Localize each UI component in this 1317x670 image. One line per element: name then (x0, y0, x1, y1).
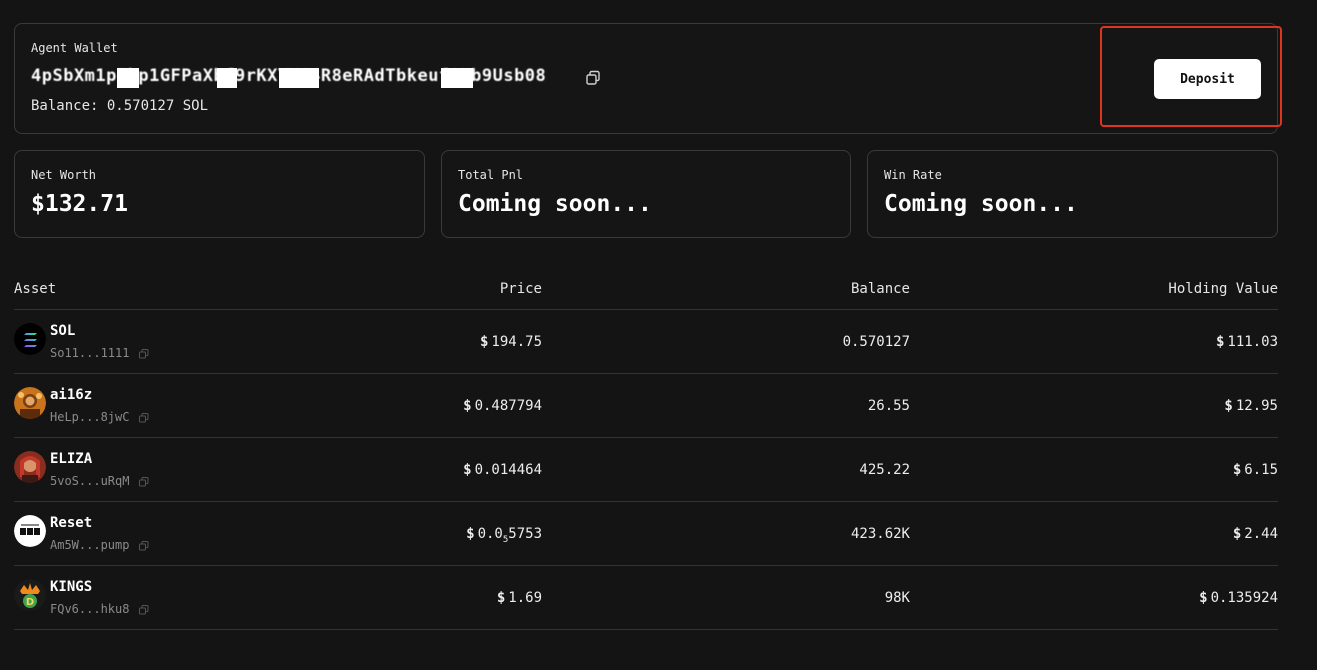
price-value: 0.487794 (474, 398, 542, 414)
value-currency: $ (1232, 526, 1242, 542)
header-balance: Balance (850, 281, 910, 297)
token-symbol: ELIZA (50, 451, 93, 467)
table-row[interactable]: Reset Am5W...pump $0.055753 423.62K $2.4… (14, 502, 1278, 566)
token-balance: 0.570127 (842, 334, 910, 350)
holding-value: 12.95 (1235, 398, 1278, 414)
price-currency: $ (463, 462, 472, 478)
token-address: FQv6...hku8 (50, 602, 130, 616)
redaction-mark (117, 68, 139, 88)
copy-icon[interactable] (585, 70, 601, 86)
copy-icon[interactable] (139, 605, 149, 615)
ai16z-avatar-icon (14, 387, 46, 419)
token-address: Am5W...pump (50, 538, 130, 552)
price-currency: $ (479, 334, 489, 350)
value-currency: $ (1215, 334, 1225, 350)
net-worth-currency: $ (31, 191, 45, 217)
total-pnl-value: Coming soon... (458, 191, 652, 217)
wallet-address-row: 4pSbXm1pEkp1GFPaXbf9rKXYXC4R8eRAdTbkeuf1… (31, 66, 600, 90)
total-pnl-card: Total Pnl Coming soon... (441, 150, 851, 238)
token-balance: 98K (884, 590, 910, 606)
holding-value: 6.15 (1244, 462, 1278, 478)
price-suffix: 5753 (508, 526, 542, 542)
price-prefix: 0.0 (477, 526, 503, 542)
svg-text:D: D (26, 597, 34, 608)
price-value: 1.69 (508, 590, 542, 606)
win-rate-label: Win Rate (884, 168, 942, 182)
table-row[interactable]: ELIZA 5voS...uRqM $0.014464 425.22 $6.15 (14, 438, 1278, 502)
token-price: $1.69 (497, 590, 542, 606)
token-balance: 423.62K (850, 526, 910, 542)
win-rate-value: Coming soon... (884, 191, 1078, 217)
token-holding-value: $2.44 (1233, 526, 1278, 542)
eliza-avatar-icon (14, 451, 46, 483)
header-price: Price (499, 281, 542, 297)
table-row[interactable]: D KINGS FQv6...hku8 $1.69 98K $0.135924 (14, 566, 1278, 630)
price-value: 194.75 (491, 334, 542, 350)
value-currency: $ (1224, 398, 1233, 414)
copy-icon[interactable] (139, 349, 149, 359)
redaction-mark (217, 68, 237, 88)
token-holding-value: $12.95 (1224, 398, 1278, 414)
price-currency: $ (466, 526, 475, 542)
wallet-balance: Balance: 0.570127 SOL (31, 98, 209, 114)
net-worth-label: Net Worth (31, 168, 97, 182)
token-price: $0.014464 (463, 462, 542, 478)
solana-logo-icon (14, 323, 46, 355)
token-price: $0.055753 (466, 526, 542, 545)
token-address: So11...1111 (50, 346, 130, 360)
net-worth-amount: 132.71 (44, 191, 128, 217)
redaction-mark (441, 68, 473, 88)
net-worth-value: $132.71 (31, 191, 128, 217)
holding-value: 111.03 (1227, 334, 1278, 350)
assets-table-header: Asset Price Balance Holding Value (14, 280, 1278, 310)
value-currency: $ (1232, 462, 1242, 478)
copy-icon[interactable] (139, 541, 149, 551)
price-currency: $ (463, 398, 472, 414)
token-holding-value: $111.03 (1216, 334, 1278, 350)
token-price: $194.75 (480, 334, 542, 350)
copy-icon[interactable] (139, 477, 149, 487)
holding-value: 0.135924 (1210, 590, 1278, 606)
header-asset: Asset (14, 281, 57, 297)
kings-logo-icon: D (14, 579, 46, 611)
token-address: HeLp...8jwC (50, 410, 130, 424)
token-symbol: SOL (50, 323, 76, 339)
table-row[interactable]: SOL So11...1111 $194.75 0.570127 $111.03 (14, 310, 1278, 374)
token-symbol: Reset (50, 515, 93, 531)
token-price: $0.487794 (463, 398, 542, 414)
holding-value: 2.44 (1244, 526, 1278, 542)
token-holding-value: $0.135924 (1199, 590, 1278, 606)
price-value: 0.014464 (474, 462, 542, 478)
value-currency: $ (1199, 590, 1208, 606)
redaction-mark (279, 68, 319, 88)
price-currency: $ (496, 590, 506, 606)
token-symbol: KINGS (50, 579, 93, 595)
deposit-button[interactable]: Deposit (1154, 59, 1261, 99)
header-holding-value: Holding Value (1168, 281, 1278, 297)
token-holding-value: $6.15 (1233, 462, 1278, 478)
copy-icon[interactable] (139, 413, 149, 423)
agent-wallet-card: Agent Wallet 4pSbXm1pEkp1GFPaXbf9rKXYXC4… (14, 23, 1282, 134)
net-worth-card: Net Worth $132.71 (14, 150, 425, 238)
token-address: 5voS...uRqM (50, 474, 130, 488)
token-balance: 26.55 (867, 398, 910, 414)
total-pnl-label: Total Pnl (458, 168, 524, 182)
win-rate-card: Win Rate Coming soon... (867, 150, 1278, 238)
reset-logo-icon (14, 515, 46, 547)
token-symbol: ai16z (50, 387, 93, 403)
token-balance: 425.22 (859, 462, 910, 478)
table-row[interactable]: ai16z HeLp...8jwC $0.487794 26.55 $12.95 (14, 374, 1278, 438)
wallet-label: Agent Wallet (31, 41, 118, 55)
